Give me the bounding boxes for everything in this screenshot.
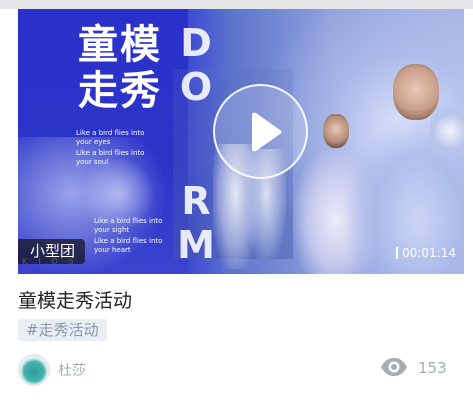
tagline-text: your eyes <box>76 138 111 146</box>
play-button[interactable] <box>213 84 308 179</box>
eye-icon <box>381 358 407 376</box>
tagline-text: your sight <box>94 226 130 234</box>
tagline-text: Like a bird flies into <box>76 149 145 157</box>
runway-model-center-head <box>323 114 349 148</box>
tagline-text: Like a bird flies into <box>94 217 163 225</box>
group-badge: 小型团 <box>18 239 86 264</box>
view-count: 153 <box>418 359 447 377</box>
poster-title-line2: 走秀 <box>78 68 162 114</box>
tagline-text: Like a bird flies into <box>76 129 145 137</box>
flower-bouquet <box>430 101 464 161</box>
poster-tagline-3: Like a bird flies into your sight <box>94 217 204 235</box>
author-name[interactable]: 杜莎 <box>58 362 86 380</box>
tagline-text: Like a bird flies into <box>94 237 163 245</box>
top-divider <box>0 0 473 9</box>
poster-tagline-1: Like a bird flies into your eyes <box>76 129 186 147</box>
play-icon <box>252 112 282 152</box>
topic-tag[interactable]: #走秀活动 <box>18 319 107 341</box>
poster-letter: D <box>180 21 212 65</box>
video-title[interactable]: 童模走秀活动 <box>18 289 132 313</box>
poster-title-line1: 童模 <box>78 22 162 68</box>
avatar-icon[interactable] <box>18 354 50 386</box>
video-duration: 00:01:14 <box>396 245 456 261</box>
duration-text: 00:01:14 <box>402 246 456 260</box>
video-thumbnail[interactable]: 童模 走秀 D O R M Like a bird flies into you… <box>18 9 464 274</box>
poster-letter: O <box>179 65 213 109</box>
poster-tagline-2: Like a bird flies into your soul <box>76 149 186 167</box>
duration-divider <box>396 247 399 259</box>
tagline-text: your soul <box>76 158 109 166</box>
